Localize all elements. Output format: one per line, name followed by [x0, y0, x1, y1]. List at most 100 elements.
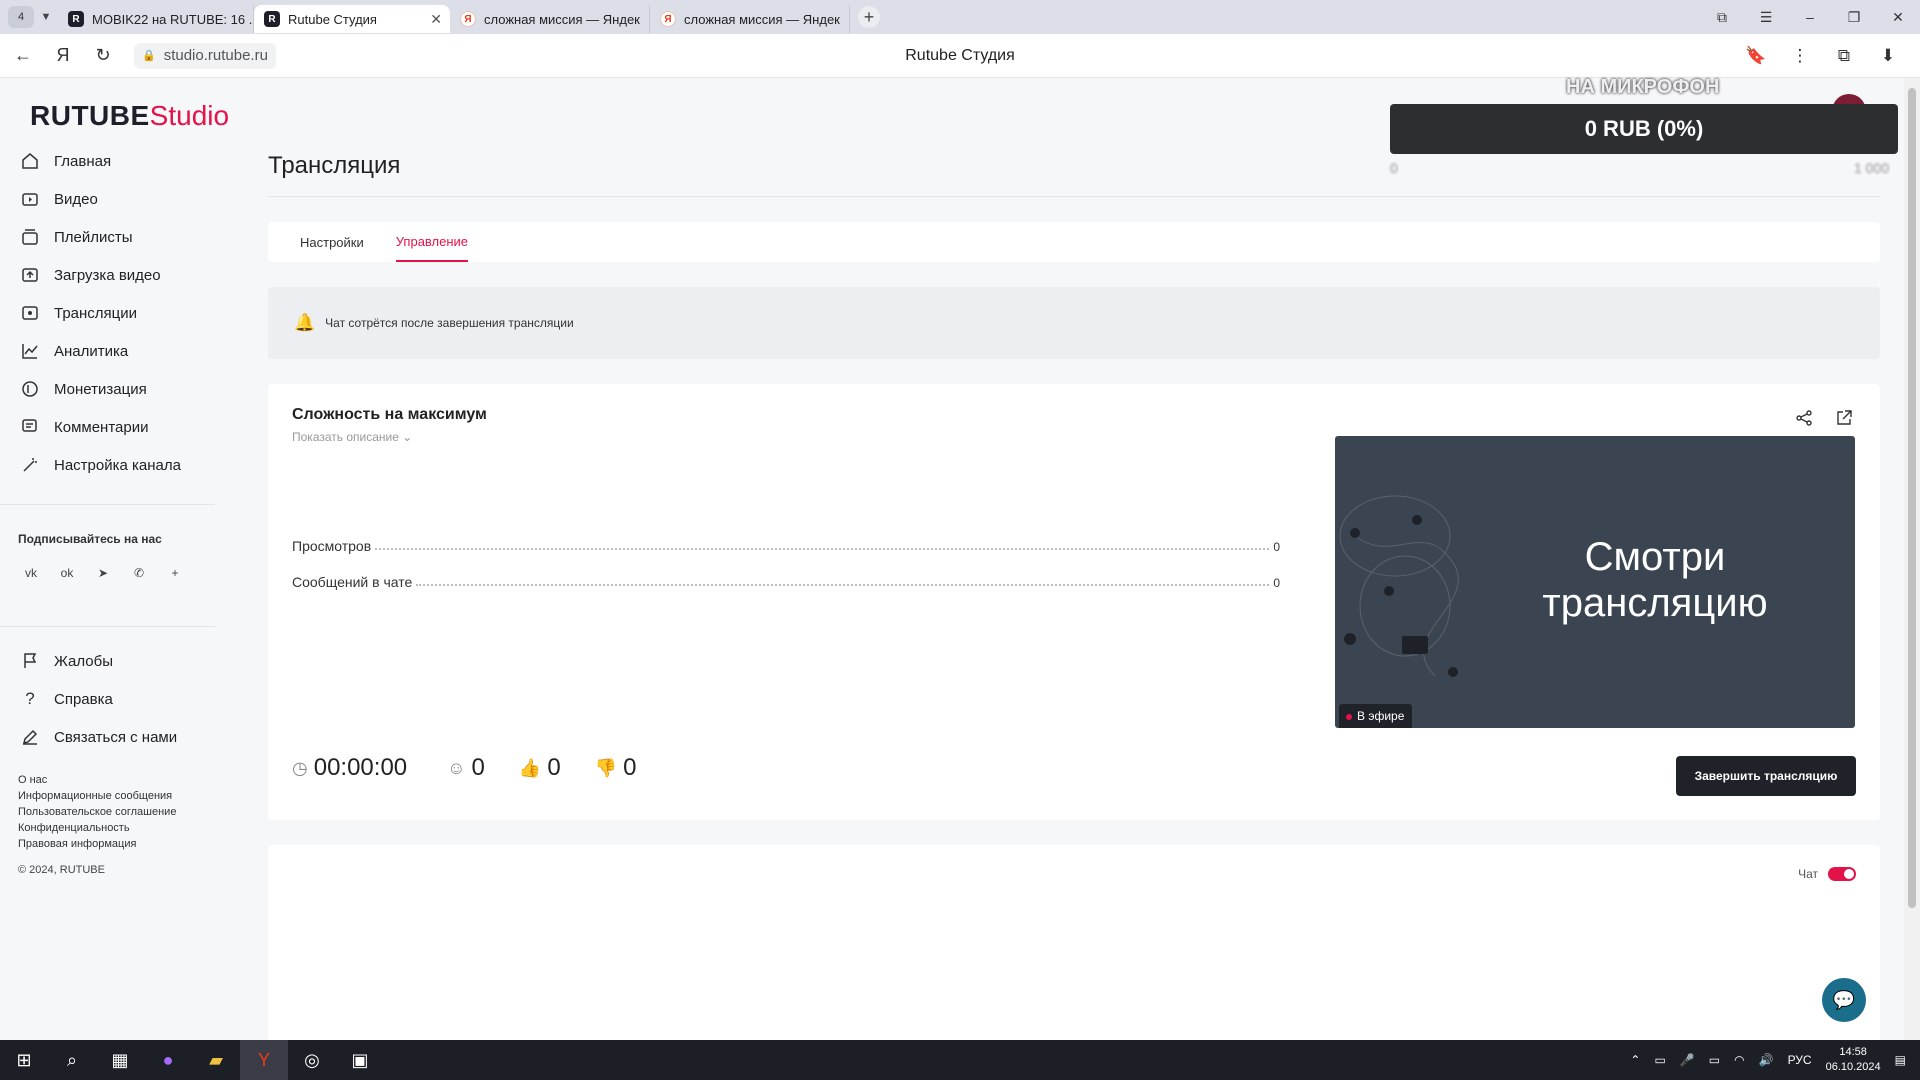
- chat-switch[interactable]: [1828, 867, 1856, 881]
- more-icon[interactable]: +: [162, 560, 188, 586]
- browser-tab-active[interactable]: R Rutube Студия ✕: [254, 5, 450, 33]
- window-controls: ⧉ ☰ – ❐ ✕: [1700, 0, 1920, 34]
- ok-icon[interactable]: ok: [54, 560, 80, 586]
- browser-tab[interactable]: R MOBIK22 на RUTUBE: 16 ...: [58, 5, 254, 33]
- microphone-icon[interactable]: 🎤: [1680, 1053, 1695, 1067]
- battery-icon[interactable]: ▭: [1709, 1053, 1720, 1067]
- scrollbar-thumb[interactable]: [1908, 88, 1916, 908]
- copyright: © 2024, RUTUBE: [18, 864, 105, 876]
- settings-wand-icon: [20, 455, 40, 475]
- support-chat-button[interactable]: 💬: [1822, 978, 1866, 1022]
- collections-icon[interactable]: ⧉: [1700, 9, 1744, 26]
- file-explorer-icon[interactable]: ▰: [192, 1040, 240, 1080]
- sidebar: RUTUBEStudio Главная Видео Плейлисты Заг…: [0, 78, 229, 1040]
- stat-value: 0: [1273, 576, 1280, 590]
- bookmark-icon[interactable]: 🔖: [1734, 46, 1778, 66]
- likes-value: 0: [547, 754, 561, 781]
- footer-link[interactable]: Конфиденциальность: [18, 820, 176, 836]
- menu-icon[interactable]: ☰: [1744, 9, 1788, 26]
- taskbar: ⊞ ⌕ ▦ ● ▰ Y ◎ ▣ ⌃ ▭ 🎤 ▭ ◠ 🔊 РУС 14:58 06…: [0, 1040, 1920, 1080]
- sidebar-item-help[interactable]: ? Справка: [0, 680, 220, 718]
- page-scrollbar[interactable]: [1904, 78, 1920, 1040]
- pen-icon: [20, 727, 40, 747]
- sidebar-item-broadcasts[interactable]: Трансляции: [0, 294, 220, 332]
- sidebar-item-channel-settings[interactable]: Настройка канала: [0, 446, 220, 484]
- footer-link[interactable]: Правовая информация: [18, 836, 176, 852]
- game-app-icon[interactable]: ▣: [336, 1040, 384, 1080]
- search-icon[interactable]: ⌕: [48, 1040, 96, 1080]
- end-stream-button[interactable]: Завершить трансляцию: [1676, 756, 1856, 796]
- sidebar-item-label: Видео: [54, 190, 98, 208]
- live-badge: В эфире: [1339, 704, 1413, 728]
- rutube-studio-logo[interactable]: RUTUBEStudio: [30, 100, 229, 132]
- restore-button[interactable]: ❐: [1832, 9, 1876, 26]
- live-metrics: ◷ 00:00:00 ☺ 0 👍 0 👎 0: [292, 754, 676, 782]
- volume-icon[interactable]: 🔊: [1759, 1053, 1774, 1067]
- sidebar-item-comments[interactable]: Комментарии: [0, 408, 220, 446]
- footer-link[interactable]: Пользовательское соглашение: [18, 804, 176, 820]
- yandex-browser-icon[interactable]: Y: [240, 1040, 288, 1080]
- reload-icon[interactable]: ↻: [86, 39, 120, 73]
- logo-text: RUTUBE: [30, 100, 150, 131]
- sidebar-item-analytics[interactable]: Аналитика: [0, 332, 220, 370]
- telegram-icon[interactable]: ➤: [90, 560, 116, 586]
- extensions-icon[interactable]: ⧉: [1822, 46, 1866, 66]
- vk-icon[interactable]: vk: [18, 560, 44, 586]
- tab-count-badge[interactable]: 4: [8, 6, 34, 28]
- back-arrow-icon[interactable]: ←: [6, 39, 40, 73]
- browser-tab[interactable]: Я сложная миссия — Яндек: [450, 5, 650, 33]
- sidebar-item-contact[interactable]: Связаться с нами: [0, 718, 220, 756]
- url-field[interactable]: 🔒 studio.rutube.ru: [134, 42, 276, 69]
- chat-toggle[interactable]: Чат: [1798, 867, 1856, 881]
- new-tab-button[interactable]: +: [858, 6, 880, 28]
- sidebar-item-monetization[interactable]: Монетизация: [0, 370, 220, 408]
- language-indicator[interactable]: РУС: [1788, 1053, 1812, 1067]
- footer-link[interactable]: О нас: [18, 772, 176, 788]
- sidebar-item-video[interactable]: Видео: [0, 180, 220, 218]
- sidebar-item-playlists[interactable]: Плейлисты: [0, 218, 220, 256]
- duration-value: 00:00:00: [313, 754, 408, 781]
- logo-suffix: Studio: [149, 100, 230, 131]
- camera-icon[interactable]: ▭: [1654, 1053, 1665, 1067]
- tab-settings[interactable]: Настройки: [300, 222, 364, 262]
- yandex-favicon-icon: Я: [660, 11, 676, 27]
- clock[interactable]: 14:58 06.10.2024: [1826, 1045, 1881, 1075]
- wifi-icon[interactable]: ◠: [1734, 1053, 1744, 1067]
- footer-link[interactable]: Информационные сообщения: [18, 788, 176, 804]
- tab-label: сложная миссия — Яндек: [684, 11, 840, 27]
- thumbs-down-icon: 👎: [594, 757, 618, 778]
- notifications-icon[interactable]: ▤: [1895, 1053, 1906, 1067]
- donation-goal-max: 1 000: [1854, 160, 1890, 176]
- yandex-icon[interactable]: Я: [46, 39, 80, 73]
- monetization-icon: [20, 379, 40, 399]
- download-icon[interactable]: ⬇: [1866, 46, 1910, 66]
- minimize-button[interactable]: –: [1788, 9, 1832, 25]
- sidebar-item-home[interactable]: Главная: [0, 142, 220, 180]
- social-links: vk ok ➤ ✆ +: [18, 560, 198, 586]
- close-window-button[interactable]: ✕: [1876, 9, 1920, 26]
- task-view-icon[interactable]: ▦: [96, 1040, 144, 1080]
- donation-goal-bar: 0 RUB (0%): [1390, 104, 1898, 154]
- stream-preview[interactable]: Смотри трансляцию В эфире: [1335, 436, 1855, 728]
- show-description-toggle[interactable]: Показать описание ⌄: [292, 430, 412, 444]
- viber-icon[interactable]: ✆: [126, 560, 152, 586]
- obs-icon[interactable]: ◎: [288, 1040, 336, 1080]
- share-icon[interactable]: [1792, 406, 1816, 430]
- browser-tab[interactable]: Я сложная миссия — Яндек: [650, 5, 850, 33]
- chevron-down-icon[interactable]: ▼: [34, 6, 58, 28]
- chevron-up-icon[interactable]: ⌃: [1630, 1053, 1640, 1067]
- close-icon[interactable]: ✕: [430, 11, 442, 28]
- external-link-icon[interactable]: [1832, 406, 1856, 430]
- tab-management[interactable]: Управление: [395, 222, 469, 262]
- sidebar-item-label: Плейлисты: [54, 228, 133, 246]
- alice-icon[interactable]: ●: [144, 1040, 192, 1080]
- footer-links: О нас Информационные сообщения Пользоват…: [18, 772, 176, 852]
- tab-label: MOBIK22 на RUTUBE: 16 ...: [92, 11, 254, 27]
- sidebar-item-complaints[interactable]: Жалобы: [0, 642, 220, 680]
- more-vertical-icon[interactable]: ⋮: [1778, 46, 1822, 66]
- sidebar-item-label: Монетизация: [54, 380, 147, 398]
- sidebar-item-upload[interactable]: Загрузка видео: [0, 256, 220, 294]
- stat-chat-messages: Сообщений в чате 0: [292, 574, 1280, 590]
- windows-start-icon[interactable]: ⊞: [0, 1040, 48, 1080]
- lock-icon: 🔒: [142, 50, 156, 62]
